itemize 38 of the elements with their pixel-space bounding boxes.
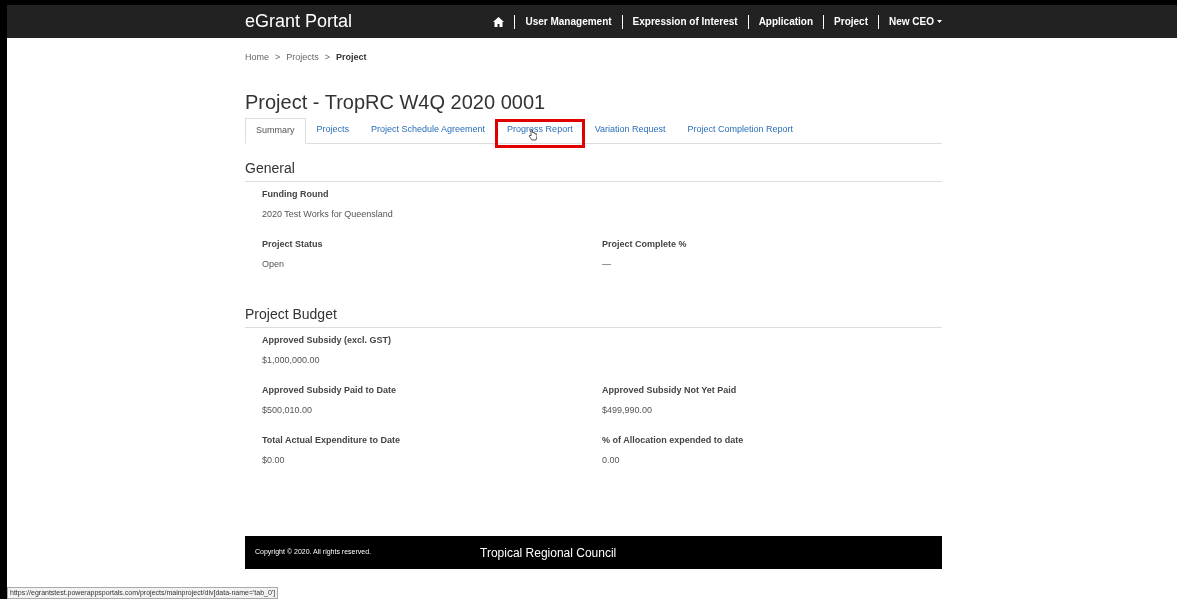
breadcrumb-link[interactable]: Projects [286,51,319,65]
section-heading: Project Budget [245,304,942,328]
nav-link[interactable]: Application [758,14,814,29]
field-label: Project Status [262,238,324,250]
field-value: 2020 Test Works for Queensland [262,208,394,220]
field-value: Open [262,258,286,270]
breadcrumb-separator: > [275,51,281,65]
tab[interactable]: Projects [305,117,361,143]
breadcrumb-separator: > [324,51,331,65]
field-value: $499,990.00 [602,404,654,416]
tab[interactable]: Project Completion Report [676,117,805,143]
field-label: % of Allocation expended to date [602,434,745,446]
organisation-name: Tropical Regional Council [480,544,617,562]
brand-title[interactable]: eGrant Portal [245,8,353,35]
field-value: $0.00 [262,454,286,466]
breadcrumb-link[interactable]: Project [336,51,367,65]
field-label: Approved Subsidy (excl. GST) [262,334,393,346]
field-value: — [602,258,612,270]
field-label: Approved Subsidy Paid to Date [262,384,398,396]
home-icon[interactable] [493,16,505,27]
field-label: Project Complete % [602,238,688,250]
field-label: Total Actual Expenditure to Date [262,434,401,446]
nav-link[interactable]: Expression of Interest [632,14,738,29]
field-label: Funding Round [262,188,330,200]
tab[interactable]: Project Schedule Agreement [360,117,497,143]
nav-link[interactable]: User Management [525,14,612,29]
tab[interactable]: Summary [245,118,306,144]
nav-dropdown[interactable]: New CEO [889,14,942,29]
tab[interactable]: Variation Request [583,117,677,143]
nav-link[interactable]: Project [834,14,868,29]
field-label: Approved Subsidy Not Yet Paid [602,384,738,396]
caret-icon [937,20,942,23]
field-value: $500,010.00 [262,404,314,416]
field-value: $1,000,000.00 [262,354,321,366]
breadcrumb-link[interactable]: Home [245,51,269,65]
field-value: 0.00 [602,454,621,466]
page-title: Project - TropRC W4Q 2020 0001 [245,90,547,114]
section-heading: General [245,158,942,182]
